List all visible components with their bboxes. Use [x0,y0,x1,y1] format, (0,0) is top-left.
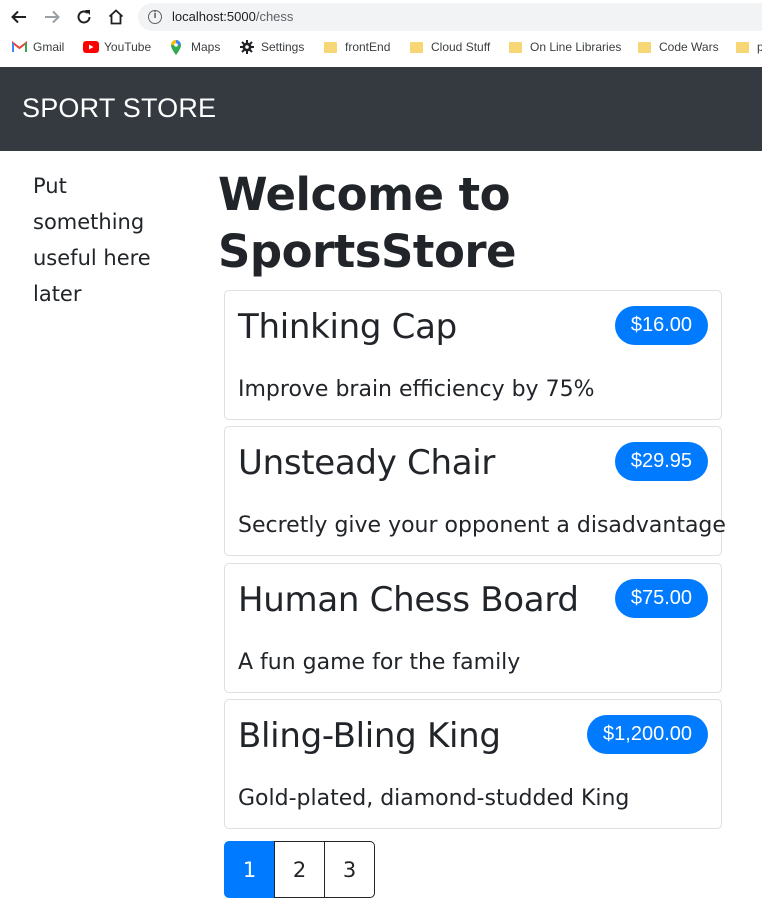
bookmark-p[interactable]: p [736,40,762,54]
page-button-1[interactable]: 1 [224,841,275,898]
reload-icon [77,10,91,24]
bookmark-gmail[interactable]: Gmail [12,40,64,54]
bookmark-online-libraries[interactable]: On Line Libraries [509,40,621,54]
folder-icon [638,40,652,54]
home-button[interactable] [103,4,129,30]
product-description: A fun game for the family [238,650,521,675]
gear-icon [240,40,254,54]
product-description: Gold-plated, diamond-studded King [238,786,630,811]
bookmark-label: Maps [191,40,221,54]
bookmark-code-wars[interactable]: Code Wars [638,40,719,54]
navbar: SPORT STORE [0,67,762,151]
folder-icon [410,40,424,54]
maps-icon [170,40,184,55]
bookmark-label: Gmail [33,40,65,54]
bookmark-cloud-stuff[interactable]: Cloud Stuff [410,40,490,54]
page-button-3[interactable]: 3 [324,841,375,898]
browser-chrome: i localhost:5000/chess Gmail YouTube Map… [0,0,762,67]
folder-icon [736,40,750,54]
bookmark-label: YouTube [104,40,152,54]
page-title: Welcome to SportsStore [218,168,517,278]
product-card: Unsteady Chair $29.95 Secretly give your… [224,426,726,556]
gmail-icon [12,40,27,54]
home-icon [108,9,124,25]
sidebar-placeholder-text: Put something useful here later [33,174,151,306]
bookmark-label: Cloud Stuff [431,40,491,54]
url-path: /chess [255,9,294,24]
price-badge: $1,200.00 [587,715,708,754]
bookmarks-bar: Gmail YouTube Maps Settings frontEnd Clo… [0,36,762,60]
product-name: Unsteady Chair [238,443,496,483]
price-badge: $16.00 [614,306,708,345]
product-name: Bling-Bling King [238,716,501,756]
product-name: Thinking Cap [238,307,457,347]
back-arrow-icon [11,10,26,24]
product-description: Secretly give your opponent a disadvanta… [238,513,726,538]
folder-icon [324,40,338,54]
reload-button[interactable] [71,4,97,30]
forward-arrow-icon [45,10,60,24]
bookmark-label: p [757,40,762,54]
product-description: Improve brain efficiency by 75% [238,377,595,402]
folder-icon [509,40,523,54]
product-name: Human Chess Board [238,580,579,620]
address-bar[interactable]: i localhost:5000/chess [138,3,762,31]
pagination: 1 2 3 [224,841,375,898]
price-badge: $75.00 [614,579,708,618]
bookmark-youtube[interactable]: YouTube [83,40,151,54]
forward-button[interactable] [39,4,65,30]
bookmark-label: On Line Libraries [530,40,622,54]
bookmark-label: Code Wars [659,40,719,54]
product-card: Human Chess Board $75.00 A fun game for … [224,563,722,693]
bookmark-settings[interactable]: Settings [240,40,304,54]
product-card: Thinking Cap $16.00 Improve brain effici… [224,290,722,420]
bookmark-label: frontEnd [345,40,391,54]
page-button-2[interactable]: 2 [274,841,325,898]
url-host: localhost:5000 [172,9,256,24]
brand-title[interactable]: SPORT STORE [22,93,216,124]
bookmark-maps[interactable]: Maps [170,40,221,55]
address-url: localhost:5000/chess [172,9,293,24]
bookmark-frontend[interactable]: frontEnd [324,40,390,54]
back-button[interactable] [6,4,32,30]
price-badge: $29.95 [614,442,708,481]
info-icon[interactable]: i [148,10,162,24]
youtube-icon [83,40,99,54]
bookmark-label: Settings [261,40,305,54]
product-card: Bling-Bling King $1,200.00 Gold-plated, … [224,699,722,829]
